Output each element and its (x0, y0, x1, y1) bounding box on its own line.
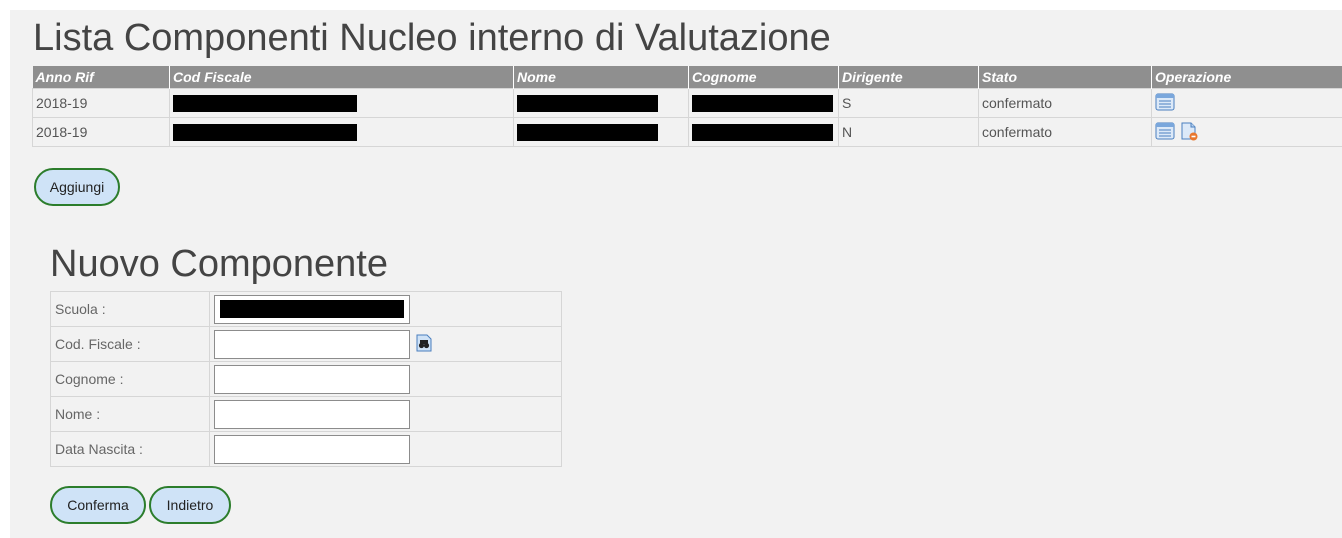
page-title: Lista Componenti Nucleo interno di Valut… (33, 17, 831, 59)
cell-dirigente: S (838, 88, 979, 118)
surname-input[interactable] (214, 364, 410, 394)
new-component-form: Scuola : Cod. Fiscale : Cognome: Nome:… (50, 291, 562, 467)
cell-cod-fiscale (169, 117, 514, 147)
document-delete-icon[interactable] (1179, 121, 1199, 144)
cell-anno-rif: 2018-19 (32, 117, 170, 147)
components-table: Anno Rif Cod Fiscale Nome Cognome Dirige… (32, 66, 1342, 147)
cell-dirigente: N (838, 117, 979, 147)
field-cell (209, 361, 562, 397)
field-label: Cognome : (50, 361, 210, 397)
field-cell (209, 326, 562, 362)
name-input[interactable] (214, 399, 410, 429)
form-actions: Conferma Indietro (50, 486, 231, 524)
birth-date-input[interactable] (214, 434, 410, 464)
redacted-block (173, 94, 357, 112)
redacted-block (220, 299, 404, 318)
cell-cod-fiscale (169, 88, 514, 118)
form-row-nome: Nome : (50, 396, 562, 432)
redacted-block (692, 123, 833, 141)
column-header-operazione: Operazione (1151, 66, 1342, 89)
form-title: Nuovo Componente (50, 243, 388, 285)
form-row-data-nascita: Data Nascita : (50, 431, 562, 467)
table-row: 2018-19 S confermato (32, 88, 1342, 118)
list-detail-icon[interactable] (1155, 122, 1175, 143)
add-button[interactable]: Aggiungi (34, 168, 120, 206)
list-detail-icon[interactable] (1155, 93, 1175, 114)
field-label: Nome : (50, 396, 210, 432)
cell-cognome (688, 117, 839, 147)
redacted-block (173, 123, 357, 141)
column-header-cod-fiscale[interactable]: Cod Fiscale (169, 66, 514, 89)
redacted-block (517, 94, 658, 112)
binoculars-search-icon[interactable] (414, 333, 434, 356)
column-header-cognome[interactable]: Cognome (688, 66, 839, 89)
form-row-scuola: Scuola : (50, 291, 562, 327)
column-header-stato[interactable]: Stato (978, 66, 1152, 89)
form-row-cognome: Cognome : (50, 361, 562, 397)
redacted-block (517, 123, 658, 141)
page-container: Lista Componenti Nucleo interno di Valut… (10, 10, 1342, 538)
form-row-cod-fiscale: Cod. Fiscale : (50, 326, 562, 362)
field-cell (209, 396, 562, 432)
table-row: 2018-19 N confermato (32, 117, 1342, 147)
cell-nome (513, 117, 689, 147)
field-label: Scuola : (50, 291, 210, 327)
confirm-button[interactable]: Conferma (50, 486, 146, 524)
school-field[interactable] (214, 294, 410, 324)
column-header-anno-rif[interactable]: Anno Rif (32, 66, 170, 89)
column-header-nome[interactable]: Nome (513, 66, 689, 89)
column-header-dirigente[interactable]: Dirigente (838, 66, 979, 89)
cell-stato: confermato (978, 88, 1152, 118)
fiscal-code-input[interactable] (214, 329, 410, 359)
back-button[interactable]: Indietro (149, 486, 231, 524)
redacted-block (692, 94, 833, 112)
cell-anno-rif: 2018-19 (32, 88, 170, 118)
table-header-row: Anno Rif Cod Fiscale Nome Cognome Dirige… (32, 66, 1342, 89)
cell-cognome (688, 88, 839, 118)
cell-operazione (1151, 117, 1342, 147)
field-label: Data Nascita : (50, 431, 210, 467)
field-cell (209, 431, 562, 467)
field-cell (209, 291, 562, 327)
cell-operazione (1151, 88, 1342, 118)
cell-stato: confermato (978, 117, 1152, 147)
cell-nome (513, 88, 689, 118)
field-label: Cod. Fiscale : (50, 326, 210, 362)
